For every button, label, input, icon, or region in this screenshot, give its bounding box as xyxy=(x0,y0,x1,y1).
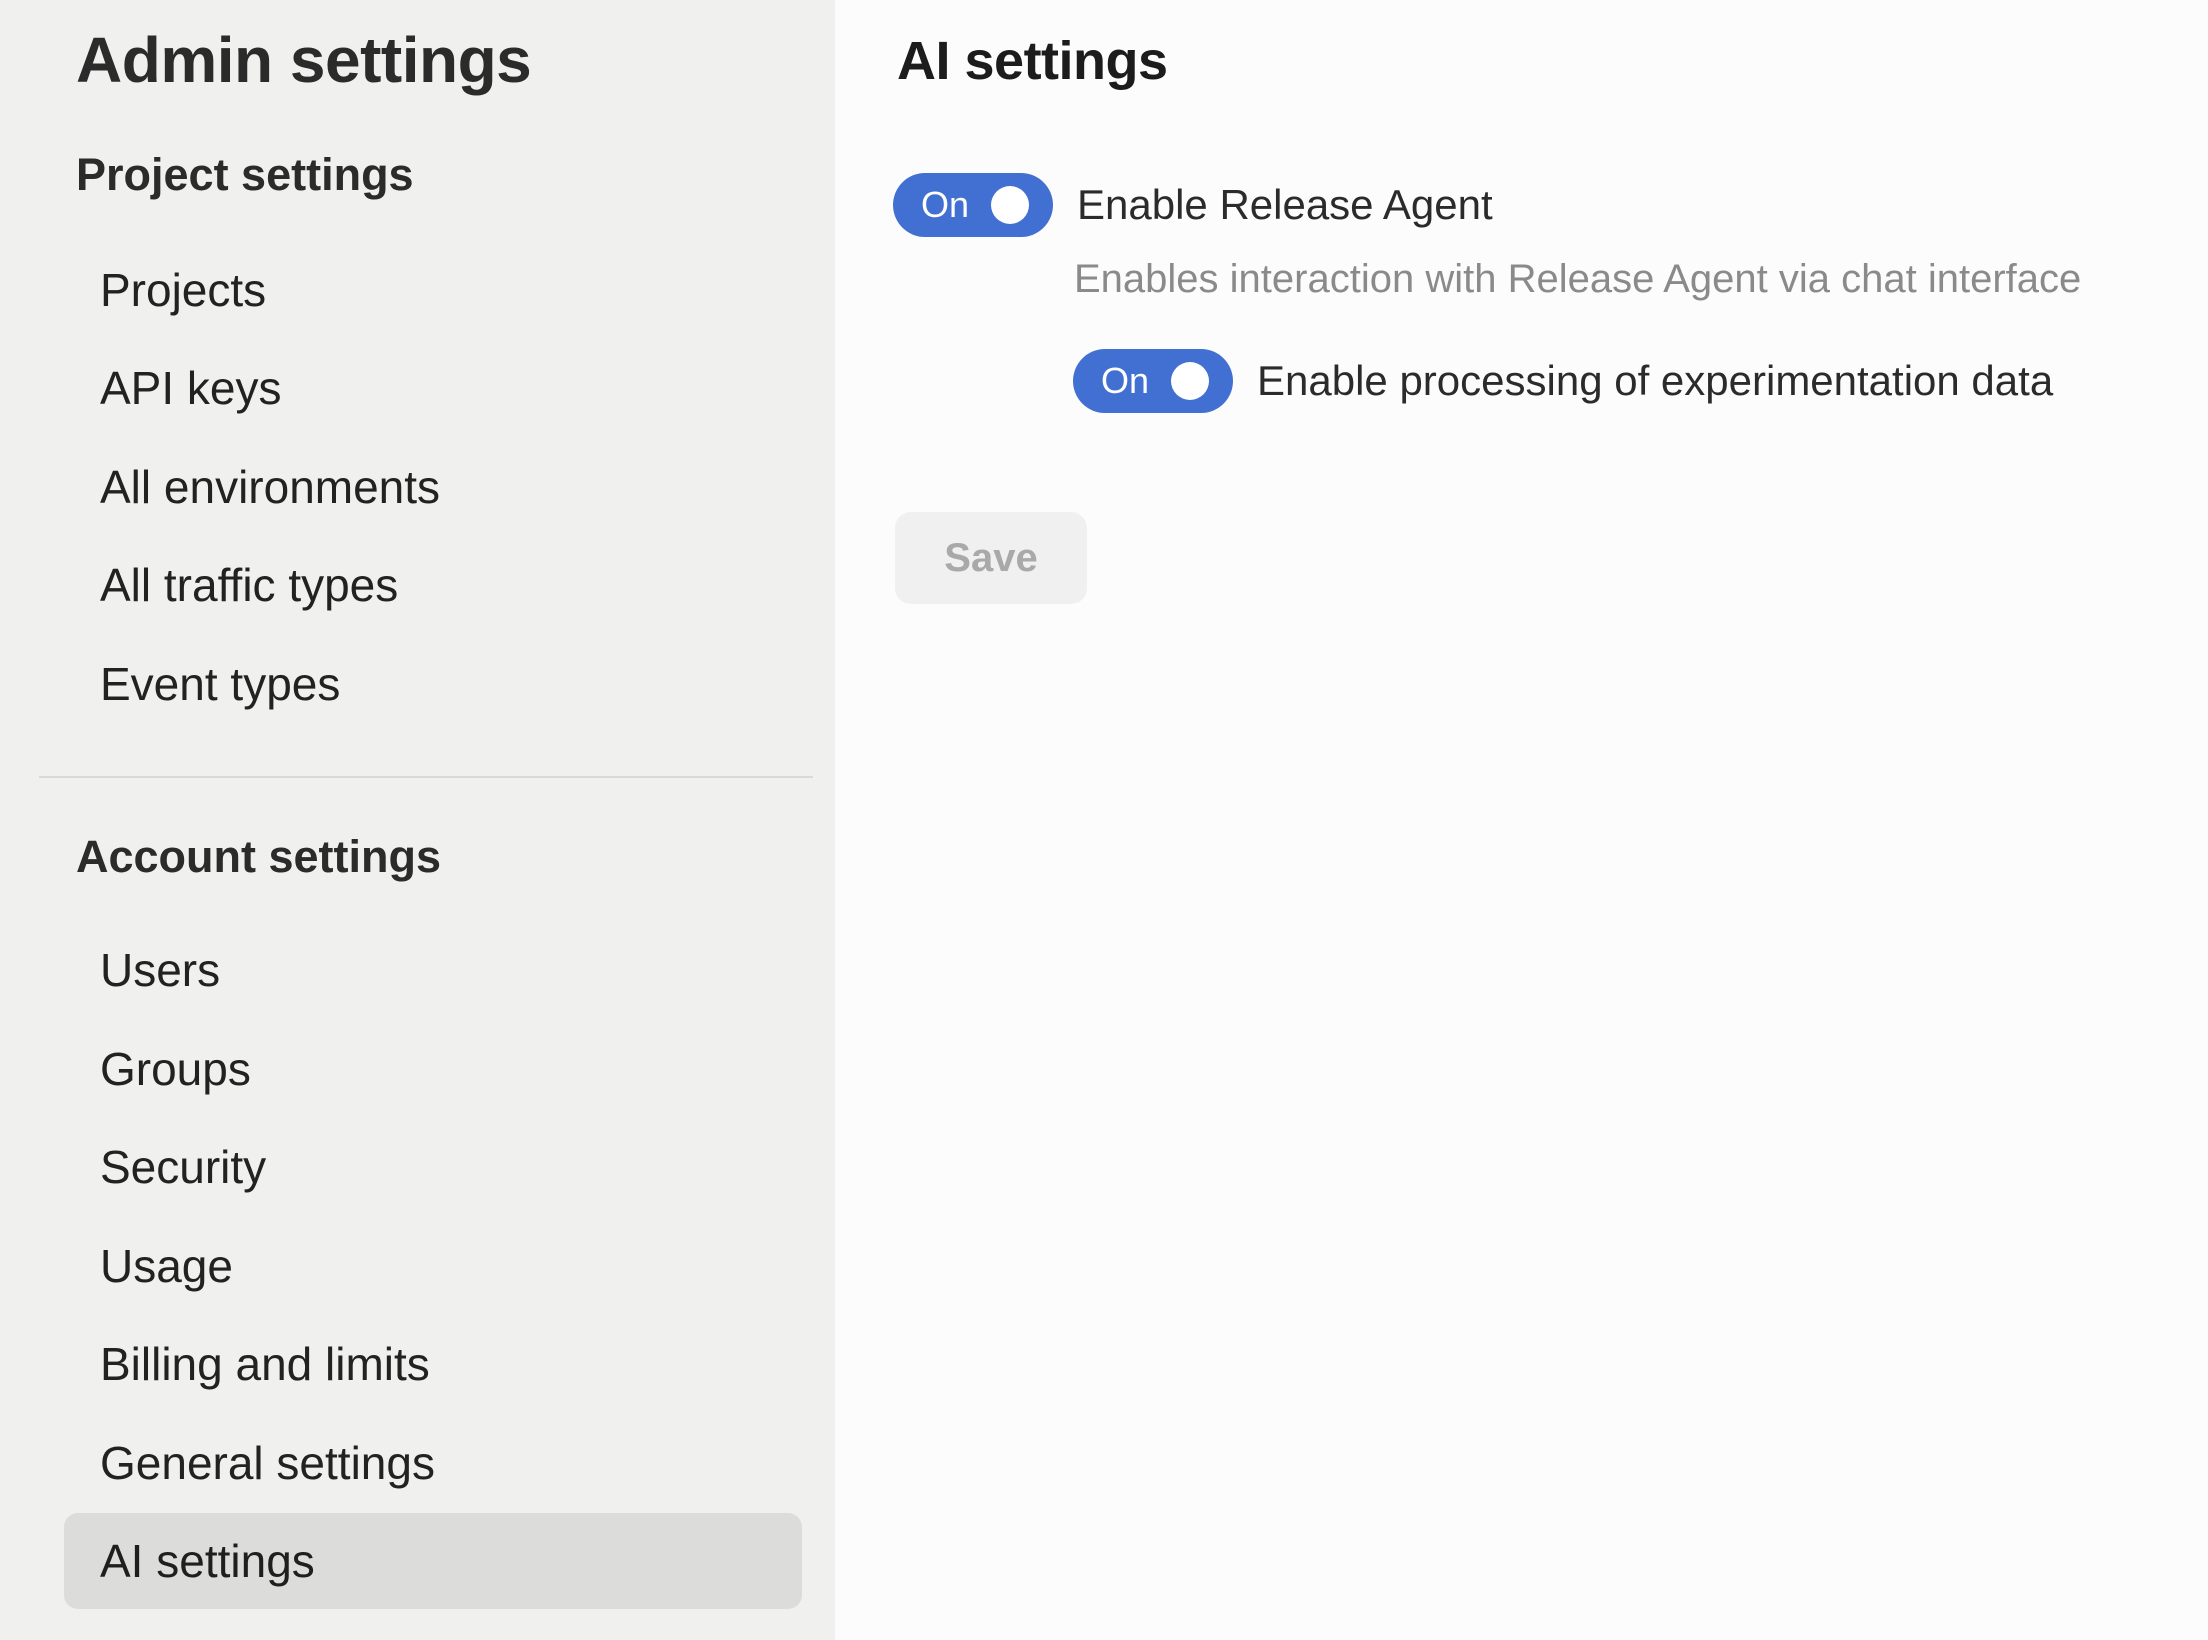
sidebar-item-label: AI settings xyxy=(100,1534,315,1588)
release-agent-description: Enables interaction with Release Agent v… xyxy=(1074,255,2081,303)
sidebar-item-general-settings[interactable]: General settings xyxy=(0,1413,835,1513)
sidebar-item-label: All environments xyxy=(100,460,440,514)
sidebar-item-label: Users xyxy=(100,943,220,997)
toggle-label: Enable Release Agent xyxy=(1077,181,1493,229)
toggle-state-label: On xyxy=(921,187,969,223)
sidebar-item-event-types[interactable]: Event types xyxy=(0,634,835,734)
section-label-account-settings: Account settings xyxy=(76,831,441,883)
sidebar-item-ai-settings-selected[interactable]: AI settings xyxy=(64,1513,802,1609)
sidebar-item-label: Usage xyxy=(100,1239,233,1293)
sidebar-item-security[interactable]: Security xyxy=(0,1117,835,1217)
ai-settings-panel: AI settings On Enable Release Agent Enab… xyxy=(835,0,2208,1640)
toggle-knob-icon xyxy=(1171,362,1209,400)
enable-experimentation-data-toggle[interactable]: On xyxy=(1073,349,1233,413)
sidebar-item-billing-and-limits[interactable]: Billing and limits xyxy=(0,1314,835,1414)
sidebar-item-users[interactable]: Users xyxy=(0,920,835,1020)
sidebar-item-label: Event types xyxy=(100,657,340,711)
experimentation-data-toggle-row: On Enable processing of experimentation … xyxy=(1073,349,2053,413)
save-button[interactable]: Save xyxy=(895,512,1087,604)
sidebar-item-label: API keys xyxy=(100,361,282,415)
sidebar-item-label: Projects xyxy=(100,263,266,317)
toggle-state-label: On xyxy=(1101,363,1149,399)
release-agent-toggle-row: On Enable Release Agent xyxy=(893,173,1493,237)
toggle-knob-icon xyxy=(991,186,1029,224)
sidebar-item-label: Billing and limits xyxy=(100,1337,430,1391)
section-label-project-settings: Project settings xyxy=(76,149,414,201)
toggle-label: Enable processing of experimentation dat… xyxy=(1257,357,2053,405)
sidebar-item-label: Groups xyxy=(100,1042,251,1096)
sidebar-item-all-traffic-types[interactable]: All traffic types xyxy=(0,535,835,635)
sidebar-item-usage[interactable]: Usage xyxy=(0,1216,835,1316)
sidebar-item-all-environments[interactable]: All environments xyxy=(0,437,835,537)
sidebar-item-api-keys[interactable]: API keys xyxy=(0,338,835,438)
sidebar-title: Admin settings xyxy=(76,24,531,98)
page-title: AI settings xyxy=(897,30,1168,92)
sidebar-item-label: General settings xyxy=(100,1436,435,1490)
sidebar-item-projects[interactable]: Projects xyxy=(0,240,835,340)
sidebar-item-label: All traffic types xyxy=(100,558,398,612)
sidebar-item-label: Security xyxy=(100,1140,266,1194)
admin-settings-sidebar: Admin settings Project settings Projects… xyxy=(0,0,835,1640)
enable-release-agent-toggle[interactable]: On xyxy=(893,173,1053,237)
sidebar-item-groups[interactable]: Groups xyxy=(0,1019,835,1119)
sidebar-section-divider xyxy=(39,776,813,778)
